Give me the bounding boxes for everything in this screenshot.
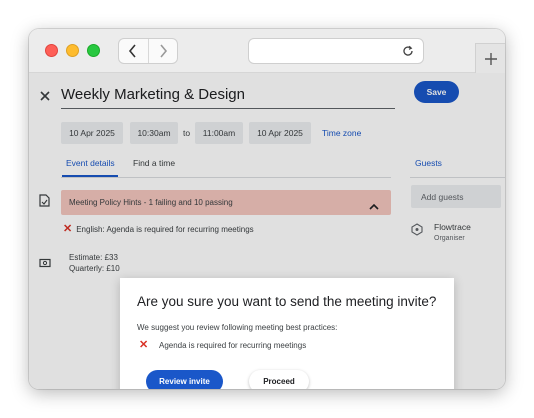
new-tab-button[interactable]	[475, 43, 505, 73]
browser-window: Weekly Marketing & Design Save 10 Apr 20…	[29, 29, 505, 389]
dialog-title: Are you sure you want to send the meetin…	[137, 294, 437, 309]
forward-button[interactable]	[147, 39, 178, 63]
history-nav	[118, 38, 178, 64]
chevron-left-icon	[129, 44, 136, 58]
close-window-button[interactable]	[45, 44, 58, 57]
zoom-window-button[interactable]	[87, 44, 100, 57]
confirm-send-dialog: Are you sure you want to send the meetin…	[120, 278, 454, 389]
plus-icon	[484, 52, 497, 65]
back-button[interactable]	[119, 39, 148, 63]
event-editor: Weekly Marketing & Design Save 10 Apr 20…	[29, 73, 505, 389]
fail-cross-icon: ✕	[139, 339, 149, 351]
proceed-button[interactable]: Proceed	[249, 370, 309, 389]
dialog-subtitle: We suggest you review following meeting …	[137, 323, 338, 332]
review-invite-button[interactable]: Review invite	[146, 370, 223, 389]
chevron-right-icon	[160, 44, 167, 58]
address-bar[interactable]	[248, 38, 424, 64]
reload-icon[interactable]	[401, 44, 415, 63]
dialog-practice-text: Agenda is required for recurring meeting…	[159, 341, 307, 350]
dialog-practice-item: ✕ Agenda is required for recurring meeti…	[139, 339, 307, 351]
browser-toolbar	[29, 29, 505, 73]
minimize-window-button[interactable]	[66, 44, 79, 57]
